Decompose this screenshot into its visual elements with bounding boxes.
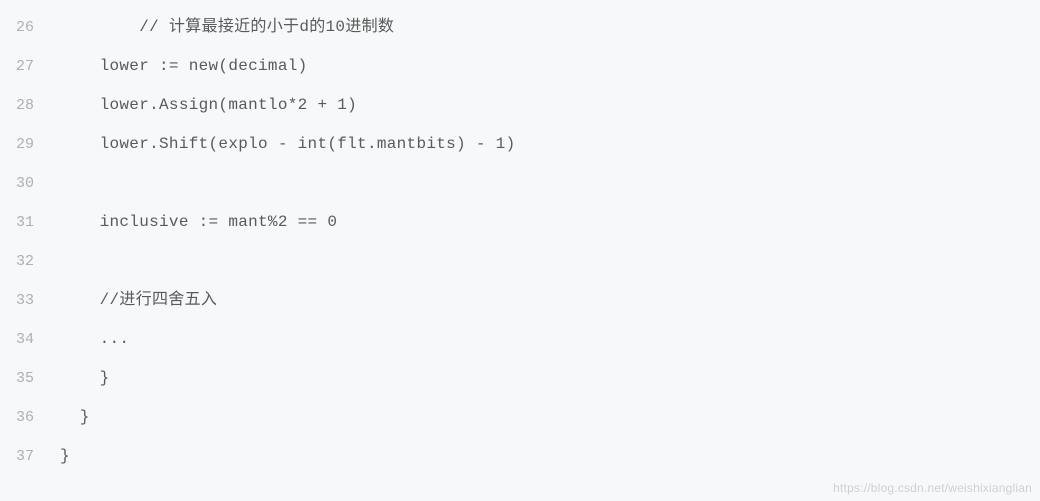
code-line: lower := new(decimal): [60, 47, 1040, 86]
code-block: 26 27 28 29 30 31 32 33 34 35 36 37 // 计…: [0, 0, 1040, 501]
line-number: 27: [12, 47, 34, 86]
code-line: }: [60, 437, 1040, 476]
line-number: 28: [12, 86, 34, 125]
line-number: 31: [12, 203, 34, 242]
code-line: //进行四舍五入: [60, 281, 1040, 320]
line-number: 32: [12, 242, 34, 281]
code-line: ...: [60, 320, 1040, 359]
line-number: 37: [12, 437, 34, 476]
watermark-text: https://blog.csdn.net/weishixianglian: [833, 481, 1032, 495]
code-line: // 计算最接近的小于d的10进制数: [60, 8, 1040, 47]
line-number: 33: [12, 281, 34, 320]
code-content: // 计算最接近的小于d的10进制数 lower := new(decimal)…: [52, 0, 1040, 501]
code-line: }: [60, 398, 1040, 437]
line-number-gutter: 26 27 28 29 30 31 32 33 34 35 36 37: [0, 0, 52, 501]
line-number: 36: [12, 398, 34, 437]
line-number: 35: [12, 359, 34, 398]
code-line: [60, 242, 1040, 281]
line-number: 30: [12, 164, 34, 203]
code-line: lower.Assign(mantlo*2 + 1): [60, 86, 1040, 125]
line-number: 26: [12, 8, 34, 47]
code-line: inclusive := mant%2 == 0: [60, 203, 1040, 242]
line-number: 34: [12, 320, 34, 359]
code-line: [60, 164, 1040, 203]
code-line: lower.Shift(explo - int(flt.mantbits) - …: [60, 125, 1040, 164]
code-line: }: [60, 359, 1040, 398]
line-number: 29: [12, 125, 34, 164]
